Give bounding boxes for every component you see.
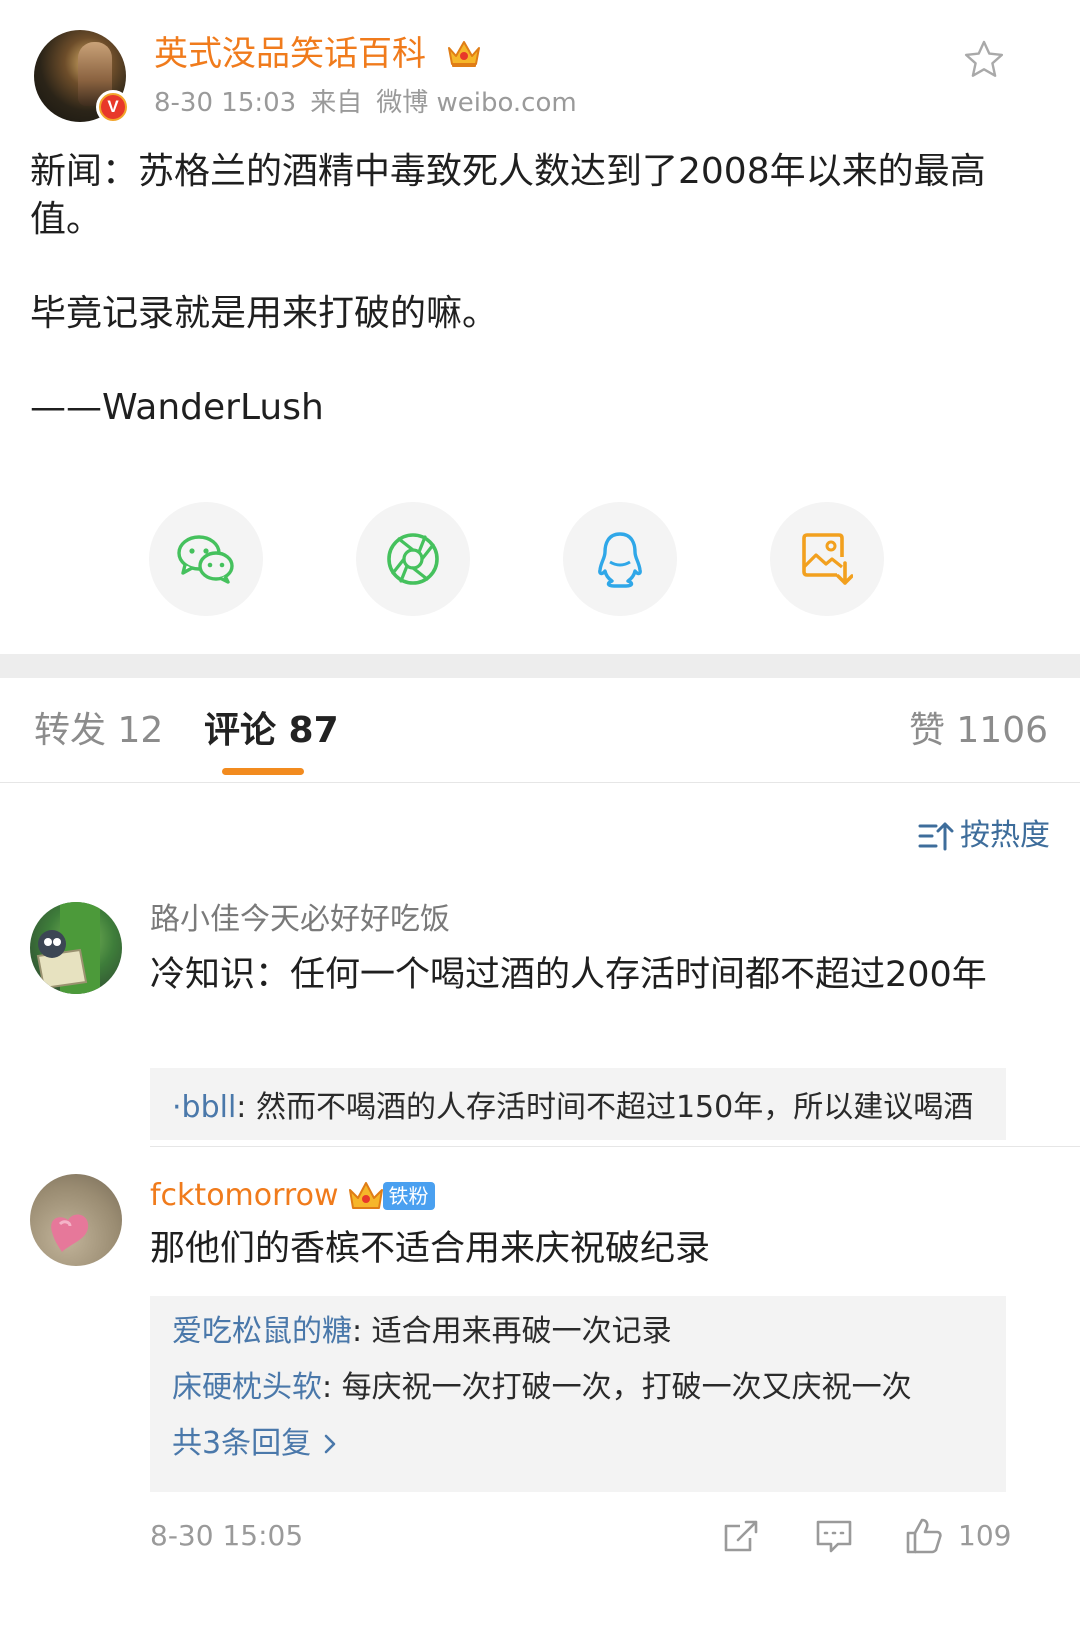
save-image-button[interactable] (770, 502, 884, 616)
reply-user[interactable]: 床硬枕头软 (172, 1370, 322, 1405)
post-meta: 8-30 15:03 来自 微博 weibo.com (154, 86, 591, 120)
qq-penguin-icon (598, 532, 642, 588)
save-image-icon (802, 533, 853, 585)
reply-user[interactable]: 爱吃松鼠的糖 (172, 1314, 352, 1349)
commenter-avatar[interactable] (30, 1174, 122, 1266)
post-paragraph: 毕竟记录就是用来打破的嘛。 (30, 293, 499, 334)
like-thumb-icon[interactable] (904, 1516, 944, 1556)
moments-share-button[interactable] (356, 502, 470, 616)
reply-text: : 然而不喝酒的人存活时间不超过150年，所以建议喝酒 (236, 1090, 974, 1125)
commenter-name[interactable]: fcktomorrow 铁粉 (150, 1176, 435, 1216)
reply-item: ·bbll: 然而不喝酒的人存活时间不超过150年，所以建议喝酒 (172, 1068, 984, 1130)
poster-name[interactable]: 英式没品笑话百科 (154, 32, 426, 76)
reply-comment-icon[interactable] (814, 1516, 854, 1556)
commenter-name-text: fcktomorrow (150, 1178, 339, 1213)
fan-badge: 铁粉 (382, 1182, 435, 1210)
commenter-avatar[interactable] (30, 902, 122, 994)
tab-repost[interactable]: 转发 12 (34, 706, 163, 756)
reply-text: : 适合用来再破一次记录 (352, 1314, 672, 1349)
view-more-replies-link[interactable]: 共3条回复 (172, 1422, 984, 1466)
more-replies-label: 共3条回复 (172, 1426, 312, 1461)
reply-item: 爱吃松鼠的糖: 适合用来再破一次记录 (172, 1296, 984, 1354)
post-paragraph: ——WanderLush (30, 387, 324, 428)
comment-divider (150, 1146, 1080, 1147)
tab-likes[interactable]: 赞 1106 (909, 706, 1048, 756)
crown-icon (448, 41, 480, 67)
comment-text: 那他们的香槟不适合用来庆祝破纪录 (150, 1229, 711, 1269)
chevron-right-icon (324, 1434, 336, 1454)
post-time: 8-30 15:03 (154, 88, 297, 118)
reply-preview-box[interactable]: ·bbll: 然而不喝酒的人存活时间不超过150年，所以建议喝酒 (150, 1068, 1006, 1140)
avatar-image (36, 902, 100, 994)
post-paragraph: 新闻：苏格兰的酒精中毒致死人数达到了2008年以来的最高值。 (30, 151, 986, 240)
source-prefix: 来自 (310, 88, 363, 118)
sort-icon (918, 822, 954, 851)
qq-share-button[interactable] (563, 502, 677, 616)
tab-divider (0, 782, 1080, 783)
verified-badge-icon: V (96, 90, 130, 124)
avatar-image (51, 1214, 89, 1252)
poster-avatar[interactable]: V (34, 30, 130, 124)
reply-item: 床硬枕头软: 每庆祝一次打破一次，打破一次又庆祝一次 (172, 1366, 984, 1410)
reply-preview-box[interactable]: 爱吃松鼠的糖: 适合用来再破一次记录 床硬枕头软: 每庆祝一次打破一次，打破一次… (150, 1296, 1006, 1492)
like-count: 109 (958, 1519, 1012, 1552)
member-crown-icon (348, 1182, 383, 1209)
favorite-star-icon[interactable] (962, 38, 1006, 82)
reply-user[interactable]: ·bbll (172, 1090, 236, 1125)
post-source[interactable]: 微博 weibo.com (376, 88, 577, 118)
tab-comments[interactable]: 评论 87 (204, 706, 339, 756)
active-tab-indicator (222, 768, 304, 775)
section-divider (0, 654, 1080, 678)
moments-aperture-icon (387, 533, 439, 585)
commenter-name[interactable]: 路小佳今天必好好吃饭 (150, 900, 450, 940)
wechat-icon (177, 535, 234, 584)
reply-text: : 每庆祝一次打破一次，打破一次又庆祝一次 (322, 1370, 912, 1405)
wechat-share-button[interactable] (149, 502, 263, 616)
share-icon[interactable] (722, 1516, 762, 1556)
sort-label: 按热度 (960, 818, 1050, 853)
comment-text: 冷知识：任何一个喝过酒的人存活时间都不超过200年 (150, 955, 987, 995)
comment-time: 8-30 15:05 (150, 1519, 304, 1552)
sort-by-hot-button[interactable]: 按热度 (918, 816, 1050, 856)
post-body: 新闻：苏格兰的酒精中毒致死人数达到了2008年以来的最高值。 毕竟记录就是用来打… (30, 148, 1020, 432)
